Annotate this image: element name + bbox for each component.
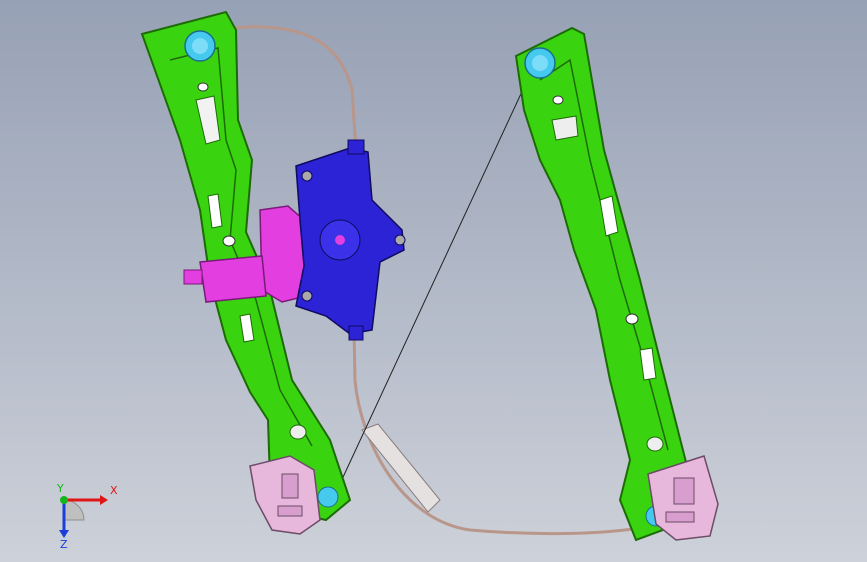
triad-plane [63, 499, 85, 521]
orientation-triad: X Y Z [56, 482, 118, 550]
z-axis-label: Z [60, 538, 68, 550]
right-rail [514, 26, 692, 542]
drum-housing [295, 139, 406, 341]
y-axis-dot [60, 496, 68, 504]
x-axis-label: X [110, 484, 118, 497]
upper-cable [231, 25, 358, 151]
x-arrow-icon [100, 495, 108, 505]
window-regulator-model[interactable] [0, 0, 867, 562]
left-slider [249, 455, 321, 535]
y-axis-label: Y [56, 482, 64, 495]
left-lower-pulley [317, 486, 339, 508]
cad-viewport[interactable]: X Y Z [0, 0, 867, 562]
cable-sleeve [361, 423, 441, 513]
z-arrow-icon [59, 530, 69, 538]
